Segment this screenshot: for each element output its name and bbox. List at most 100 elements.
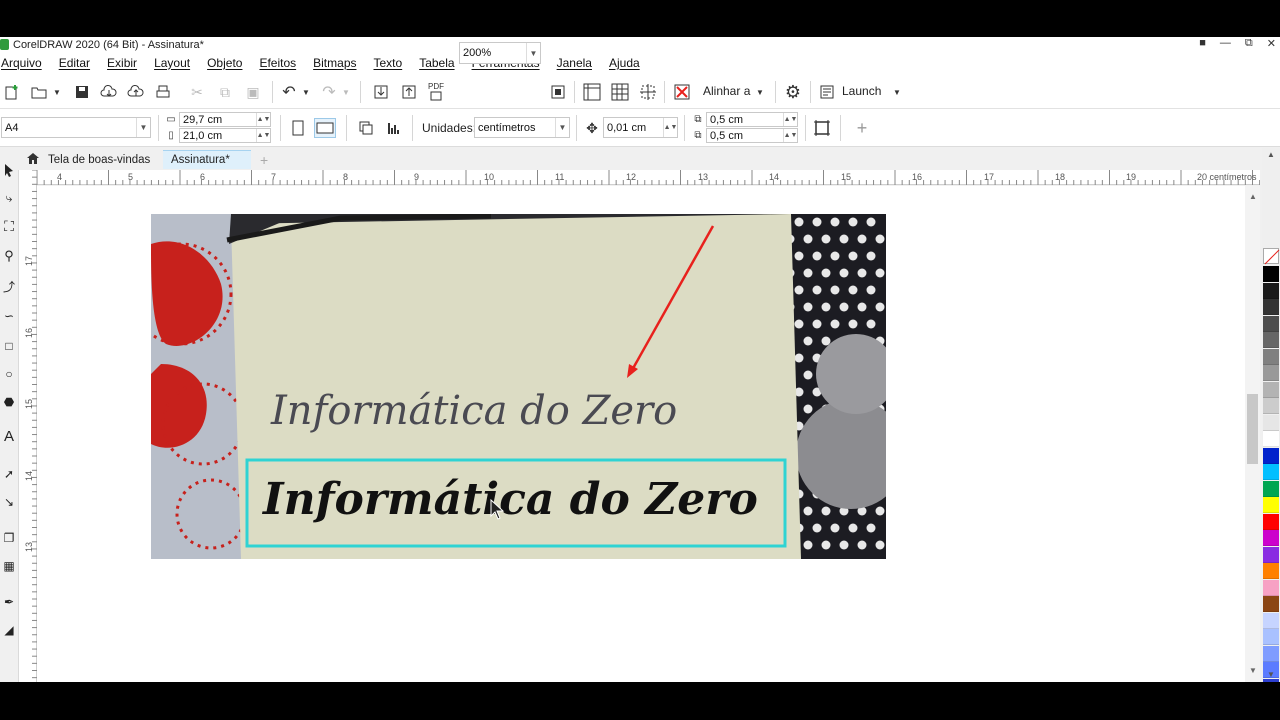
polygon-tool-icon[interactable]: ⬣ [1, 394, 17, 410]
parallel-dimension-tool-icon[interactable]: ➚ [1, 466, 17, 482]
import-icon[interactable] [372, 83, 390, 101]
menu-efeitos[interactable]: Efeitos [259, 56, 296, 70]
landscape-orientation-icon[interactable] [314, 118, 336, 138]
interactive-fill-tool-icon[interactable]: ◢ [1, 622, 17, 638]
pick-tool-icon[interactable] [1, 162, 17, 178]
cloud-download-icon[interactable] [100, 83, 118, 101]
page-frame-icon[interactable] [812, 118, 832, 138]
color-swatch[interactable] [1263, 431, 1279, 447]
print-icon[interactable] [154, 83, 172, 101]
color-swatch[interactable] [1263, 282, 1279, 299]
duplicate-x-spinner-icon[interactable]: ▲▼ [783, 113, 797, 126]
new-tab-button[interactable]: + [252, 150, 276, 169]
horizontal-ruler[interactable]: 4 5 6 7 8 9 10 11 12 13 14 15 16 17 18 1… [37, 170, 1260, 185]
freehand-tool-icon[interactable]: ⤴ [1, 278, 17, 294]
text-tool-icon[interactable]: A [1, 428, 17, 445]
scroll-down-icon[interactable]: ▼ [1249, 666, 1257, 675]
tab-assinatura[interactable]: Assinatura* [163, 150, 251, 169]
show-guidelines-icon[interactable] [638, 82, 658, 102]
redo-icon[interactable]: ↷ [320, 83, 338, 101]
transparency-tool-icon[interactable]: ▦ [1, 558, 17, 574]
zoom-chevron-down-icon[interactable]: ▼ [526, 43, 540, 63]
all-pages-icon[interactable] [356, 118, 376, 138]
undo-icon[interactable]: ↶ [280, 83, 298, 101]
palette-scroll-down-icon[interactable]: ▼ [1267, 670, 1275, 679]
close-button[interactable]: ✕ [1267, 37, 1276, 50]
color-swatch[interactable] [1263, 645, 1279, 662]
menu-exibir[interactable]: Exibir [107, 56, 137, 70]
menu-editar[interactable]: Editar [59, 56, 90, 70]
color-swatch[interactable] [1263, 480, 1279, 497]
color-swatch[interactable] [1263, 546, 1279, 563]
no-color-swatch[interactable] [1263, 248, 1280, 265]
duplicate-y-spinner-icon[interactable]: ▲▼ [783, 129, 797, 142]
eyedropper-tool-icon[interactable]: ✒ [1, 594, 17, 610]
launch-chevron-down-icon[interactable]: ▼ [892, 83, 902, 101]
menu-janela[interactable]: Janela [557, 56, 592, 70]
menu-ajuda[interactable]: Ajuda [609, 56, 640, 70]
vertical-ruler[interactable]: 17 16 15 14 13 [19, 170, 37, 682]
new-document-icon[interactable] [3, 83, 21, 101]
artistic-media-tool-icon[interactable]: ∽ [1, 308, 17, 324]
align-to-chevron-down-icon[interactable]: ▼ [755, 83, 765, 101]
open-dropdown-chevron-icon[interactable]: ▼ [52, 83, 62, 101]
align-to-label[interactable]: Alinhar a [703, 84, 750, 98]
duplicate-y-field[interactable]: 0,5 cm ▲▼ [706, 128, 798, 143]
launch-icon[interactable] [818, 83, 836, 101]
menu-objeto[interactable]: Objeto [207, 56, 242, 70]
add-icon[interactable]: + [852, 118, 872, 138]
undo-dropdown-chevron-icon[interactable]: ▼ [301, 83, 311, 101]
color-swatch[interactable] [1263, 513, 1279, 530]
cloud-upload-icon[interactable] [127, 83, 145, 101]
signature-bitmap[interactable]: Informática do Zero Informática do Zero [151, 214, 886, 559]
menu-texto[interactable]: Texto [374, 56, 403, 70]
color-swatch[interactable] [1263, 629, 1279, 645]
full-screen-preview-icon[interactable] [549, 83, 567, 101]
portrait-orientation-icon[interactable] [290, 118, 306, 138]
cut-icon[interactable]: ✂ [188, 83, 206, 101]
color-swatch[interactable] [1263, 414, 1279, 431]
color-swatch[interactable] [1263, 348, 1279, 365]
ellipse-tool-icon[interactable]: ○ [1, 366, 17, 382]
color-swatch[interactable] [1263, 464, 1279, 480]
drawing-canvas[interactable]: Informática do Zero Informática do Zero [37, 186, 1260, 682]
page-height-field[interactable]: 21,0 cm ▲▼ [179, 128, 271, 143]
color-swatch[interactable] [1263, 563, 1279, 579]
restore-button[interactable]: ⧉ [1245, 37, 1253, 50]
connector-tool-icon[interactable]: ↘ [1, 494, 17, 510]
color-swatch[interactable] [1263, 315, 1279, 332]
color-swatch[interactable] [1263, 365, 1279, 381]
current-page-icon[interactable] [384, 118, 404, 138]
drop-shadow-tool-icon[interactable]: ❐ [1, 530, 17, 546]
zoom-tool-icon[interactable]: ⚲ [1, 248, 17, 264]
color-swatch[interactable] [1263, 612, 1279, 629]
color-swatch[interactable] [1263, 398, 1279, 414]
color-swatch[interactable] [1263, 266, 1279, 282]
show-rulers-icon[interactable] [582, 82, 602, 102]
color-swatch[interactable] [1263, 332, 1279, 348]
export-icon[interactable] [400, 83, 418, 101]
launch-label[interactable]: Launch [842, 84, 881, 98]
snap-off-icon[interactable] [672, 82, 692, 102]
minimize-button[interactable]: — [1220, 37, 1231, 50]
scroll-up-icon[interactable]: ▲ [1249, 192, 1257, 201]
menu-arquivo[interactable]: Arquivo [1, 56, 42, 70]
nudge-spinner-icon[interactable]: ▲▼ [663, 118, 677, 137]
menu-layout[interactable]: Layout [154, 56, 190, 70]
duplicate-x-field[interactable]: 0,5 cm ▲▼ [706, 112, 798, 127]
publish-pdf-icon[interactable]: PDF [426, 79, 446, 103]
paste-icon[interactable]: ▣ [244, 83, 262, 101]
zoom-level-combo[interactable]: 200% ▼ [459, 42, 541, 64]
color-swatch[interactable] [1263, 381, 1279, 398]
units-combo[interactable]: centímetros ▼ [474, 117, 570, 138]
units-chevron-down-icon[interactable]: ▼ [555, 118, 569, 137]
page-size-chevron-down-icon[interactable]: ▼ [136, 118, 150, 137]
color-swatch[interactable] [1263, 678, 1279, 682]
color-swatch[interactable] [1263, 447, 1279, 464]
page-width-field[interactable]: 29,7 cm ▲▼ [179, 112, 271, 127]
open-folder-icon[interactable] [30, 83, 48, 101]
page-height-spinner-icon[interactable]: ▲▼ [256, 129, 270, 142]
shape-tool-icon[interactable]: ⤷ [1, 190, 17, 206]
save-icon[interactable] [73, 83, 91, 101]
palette-scroll-up-icon[interactable]: ▲ [1267, 150, 1275, 159]
